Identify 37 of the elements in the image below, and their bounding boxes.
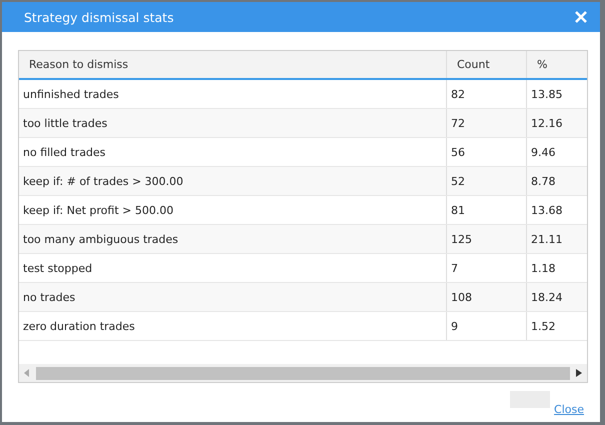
column-header[interactable]: % [527,51,587,78]
table-cell-text: 1.52 [530,318,556,334]
table-cell: 7 [447,254,527,282]
table-cell-text: 13.68 [530,202,564,218]
table-cell: no trades [19,283,447,311]
close-link[interactable]: Close [554,403,584,416]
table-cell: no filled trades [19,138,447,166]
table-cell: 9 [447,312,527,340]
table-cell: keep if: # of trades > 300.00 [19,167,447,195]
table-cell: 81 [447,196,527,224]
table-cell-text: 13.85 [530,86,564,102]
table-cell-text: 18.24 [530,290,564,306]
table-cell: keep if: Net profit > 500.00 [19,196,447,224]
scrollbar-thumb[interactable] [36,366,570,380]
horizontal-scrollbar[interactable] [19,364,587,382]
column-header[interactable]: Reason to dismiss [19,51,447,78]
dialog-title: Strategy dismissal stats [24,10,174,24]
table-cell: 56 [447,138,527,166]
table-cell: zero duration trades [19,312,447,340]
table-cell: unfinished trades [19,80,447,108]
table-cell: too many ambiguous trades [19,225,447,253]
table-cell: 125 [447,225,527,253]
table-cell-text: 12.16 [530,116,564,132]
table-cell-text: 8.78 [530,174,556,190]
table-cell-text: 21.11 [530,232,564,248]
table-cell-text: 1.18 [530,260,556,276]
close-icon[interactable] [574,10,588,24]
table-cell: 52 [447,167,527,195]
table-cell: too little trades [19,109,447,137]
table-cell: 82 [447,80,527,108]
table-cell: 72 [447,109,527,137]
column-header[interactable]: Count [447,51,527,78]
table-cell: test stopped [19,254,447,282]
table-cell-text: 9.46 [530,144,556,160]
scroll-left-icon[interactable] [24,369,30,377]
scroll-right-icon[interactable] [576,369,582,377]
table-cell: 108 [447,283,527,311]
